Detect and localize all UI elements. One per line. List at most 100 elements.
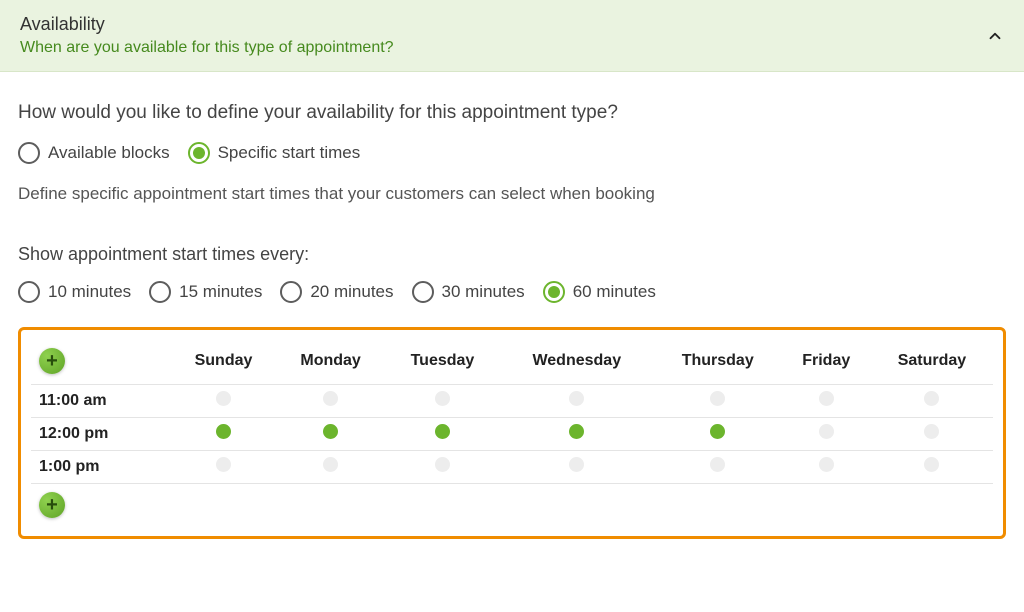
schedule-empty-cell [871,484,993,525]
schedule-cell [654,418,782,451]
schedule-row: 12:00 pm [31,418,993,451]
radio-label: 30 minutes [442,282,525,302]
add-time-button-top[interactable]: + [39,348,65,374]
interval-radio[interactable]: 15 minutes [149,281,262,303]
radio-label: Available blocks [48,143,170,163]
interval-radio[interactable]: 60 minutes [543,281,656,303]
time-label: 1:00 pm [31,451,171,484]
availability-dot[interactable] [216,424,231,439]
schedule-header-row: +SundayMondayTuesdayWednesdayThursdayFri… [31,342,993,385]
radio-icon [18,281,40,303]
radio-icon [412,281,434,303]
schedule-highlight-box: +SundayMondayTuesdayWednesdayThursdayFri… [18,327,1006,539]
schedule-cell [500,418,654,451]
schedule-row: 11:00 am [31,385,993,418]
interval-radio-group: 10 minutes 15 minutes 20 minutes 30 minutes… [18,281,1006,303]
schedule-cell [500,385,654,418]
mode-description: Define specific appointment start times … [18,184,1006,204]
availability-dot[interactable] [710,391,725,406]
availability-section-header[interactable]: Availability When are you available for … [0,0,1024,72]
availability-dot[interactable] [569,391,584,406]
day-header: Saturday [871,342,993,385]
availability-dot[interactable] [323,457,338,472]
availability-dot[interactable] [924,424,939,439]
availability-dot[interactable] [435,424,450,439]
schedule-footer-row: + [31,484,993,525]
schedule-cell [171,451,276,484]
schedule-cell [500,451,654,484]
day-header: Sunday [171,342,276,385]
radio-label: 20 minutes [310,282,393,302]
availability-dot[interactable] [819,424,834,439]
schedule-cell [385,451,499,484]
interval-radio[interactable]: 20 minutes [280,281,393,303]
availability-dot[interactable] [710,424,725,439]
radio-label: 60 minutes [573,282,656,302]
availability-dot[interactable] [435,391,450,406]
schedule-cell [171,385,276,418]
radio-icon [149,281,171,303]
schedule-empty-cell [654,484,782,525]
availability-dot[interactable] [819,457,834,472]
add-time-button-bottom[interactable]: + [39,492,65,518]
availability-dot[interactable] [323,391,338,406]
radio-label: Specific start times [218,143,361,163]
interval-heading: Show appointment start times every: [18,244,1006,265]
availability-dot[interactable] [216,457,231,472]
schedule-cell [385,418,499,451]
availability-mode-radio-group: Available blocks Specific start times [18,142,1006,164]
schedule-cell [871,418,993,451]
radio-label: 15 minutes [179,282,262,302]
schedule-cell [782,418,871,451]
schedule-add-footer-cell: + [31,484,171,525]
section-title: Availability [20,14,394,35]
interval-radio[interactable]: 10 minutes [18,281,131,303]
day-header: Monday [276,342,385,385]
content-area: How would you like to define your availa… [0,72,1024,559]
availability-mode-question: How would you like to define your availa… [18,102,1006,124]
radio-icon [280,281,302,303]
availability-dot[interactable] [435,457,450,472]
schedule-empty-cell [782,484,871,525]
schedule-cell [654,451,782,484]
schedule-cell [782,385,871,418]
availability-mode-radio[interactable]: Available blocks [18,142,170,164]
time-label: 11:00 am [31,385,171,418]
availability-dot[interactable] [569,424,584,439]
availability-dot[interactable] [323,424,338,439]
chevron-up-icon[interactable] [986,27,1004,45]
schedule-row: 1:00 pm [31,451,993,484]
day-header: Tuesday [385,342,499,385]
schedule-cell [782,451,871,484]
schedule-empty-cell [276,484,385,525]
day-header: Wednesday [500,342,654,385]
time-label: 12:00 pm [31,418,171,451]
radio-label: 10 minutes [48,282,131,302]
schedule-cell [171,418,276,451]
interval-radio[interactable]: 30 minutes [412,281,525,303]
schedule-cell [654,385,782,418]
availability-dot[interactable] [569,457,584,472]
radio-icon [18,142,40,164]
schedule-cell [276,418,385,451]
schedule-add-header-cell: + [31,342,171,385]
radio-icon [188,142,210,164]
schedule-cell [871,451,993,484]
availability-mode-radio[interactable]: Specific start times [188,142,361,164]
schedule-empty-cell [171,484,276,525]
schedule-table: +SundayMondayTuesdayWednesdayThursdayFri… [31,342,993,524]
section-subtitle: When are you available for this type of … [20,39,394,57]
availability-dot[interactable] [819,391,834,406]
schedule-empty-cell [500,484,654,525]
schedule-empty-cell [385,484,499,525]
availability-dot[interactable] [710,457,725,472]
availability-dot[interactable] [216,391,231,406]
schedule-cell [871,385,993,418]
availability-dot[interactable] [924,457,939,472]
availability-dot[interactable] [924,391,939,406]
radio-icon [543,281,565,303]
day-header: Friday [782,342,871,385]
header-text: Availability When are you available for … [20,14,394,57]
schedule-cell [276,451,385,484]
schedule-cell [385,385,499,418]
